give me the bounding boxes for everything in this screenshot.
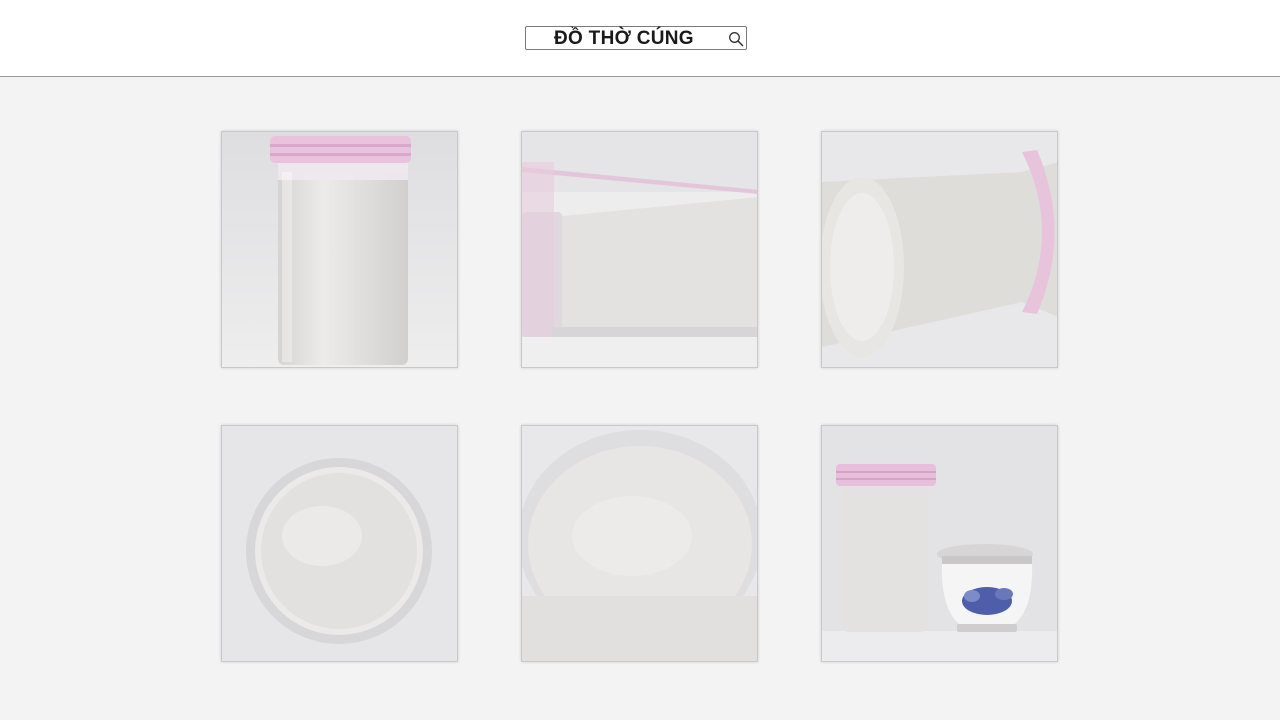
search-input[interactable]: ĐỒ THỜ CÚNG xyxy=(525,26,747,50)
search-icon[interactable] xyxy=(728,31,744,47)
gallery-image-jar-side-left[interactable] xyxy=(521,131,758,368)
gallery-image-jar-top-view[interactable] xyxy=(221,425,458,662)
gallery-image-jar-open-angle[interactable] xyxy=(521,425,758,662)
search-query-text: ĐỒ THỜ CÚNG xyxy=(554,28,694,49)
top-bar: ĐỒ THỜ CÚNG xyxy=(0,0,1280,77)
gallery-image-jar-with-incense-bowl[interactable] xyxy=(821,425,1058,662)
gallery-image-jar-upright[interactable] xyxy=(221,131,458,368)
gallery-image-jar-side-bottom[interactable] xyxy=(821,131,1058,368)
